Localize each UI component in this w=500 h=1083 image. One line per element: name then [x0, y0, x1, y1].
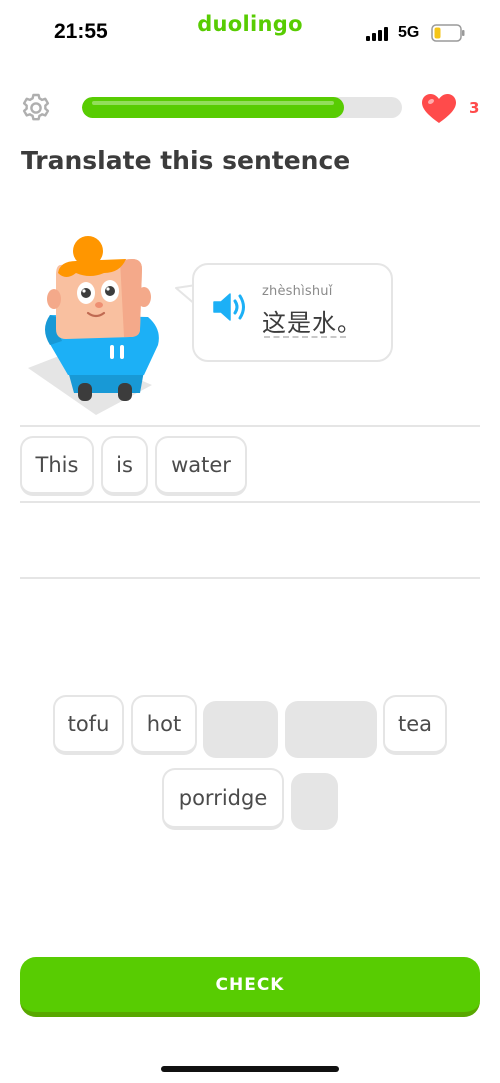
network-type: 5G: [398, 24, 420, 41]
lesson-progress-bar: [82, 97, 402, 118]
answer-tile[interactable]: water: [155, 436, 247, 496]
word-bank-tile-used: [285, 701, 377, 758]
lesson-progress-fill: [82, 97, 345, 118]
signal-icon: [366, 27, 390, 41]
settings-gear-icon[interactable]: [20, 92, 52, 124]
answer-line-1: [20, 501, 480, 503]
hint-underline: [264, 336, 346, 338]
word-bank-tile[interactable]: hot: [131, 695, 197, 755]
answer-line-top: [20, 425, 480, 427]
pinyin-text: zhèshìshuǐ: [262, 284, 333, 299]
speaker-icon[interactable]: [212, 291, 248, 323]
answer-line-2: [20, 577, 480, 579]
heart-icon[interactable]: [422, 94, 456, 124]
word-bank-tile[interactable]: porridge: [162, 768, 284, 830]
hearts-count: 3: [469, 99, 480, 117]
word-bank-tile-used: [203, 701, 278, 758]
duolingo-logo: duolingo: [197, 12, 303, 36]
answer-tile[interactable]: This: [20, 436, 94, 496]
home-indicator[interactable]: [161, 1066, 339, 1072]
word-bank-tile[interactable]: tofu: [53, 695, 124, 755]
check-button[interactable]: CHECK: [20, 957, 480, 1017]
status-bar: 21:55 duolingo 5G: [0, 0, 500, 64]
word-bank-tile[interactable]: tea: [383, 695, 447, 755]
prompt-sentence[interactable]: 这是水。: [262, 303, 362, 338]
answer-tile[interactable]: is: [101, 436, 148, 496]
exercise-instruction: Translate this sentence: [21, 146, 351, 175]
character-illustration: [28, 236, 159, 415]
word-bank-tile-used: [291, 773, 338, 830]
battery-icon: [431, 24, 465, 42]
